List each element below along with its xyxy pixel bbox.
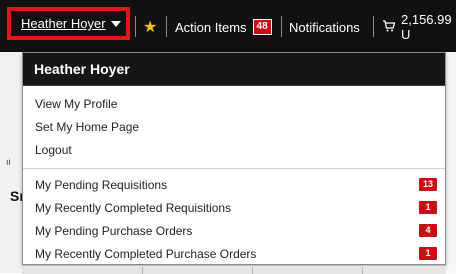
action-items-count-badge: 48 (252, 19, 272, 35)
count-badge: 13 (419, 178, 437, 191)
view-profile-link[interactable]: View My Profile (23, 92, 445, 115)
menu-item-label[interactable]: My Recently Completed Requisitions (35, 201, 231, 215)
completed-requisitions-link[interactable]: My Recently Completed Requisitions 1 (23, 196, 445, 219)
menu-item-label[interactable]: Set My Home Page (35, 120, 139, 134)
user-menu-button[interactable]: Heather Hoyer (7, 7, 130, 40)
completed-purchase-orders-link[interactable]: My Recently Completed Purchase Orders 1 (23, 242, 445, 265)
caret-down-icon (110, 20, 121, 27)
cart-amount: 2,156.99 U (401, 12, 452, 42)
dropdown-header: Heather Hoyer (23, 53, 445, 86)
background-text-fragment: ıi (6, 157, 11, 167)
count-badge: 1 (419, 247, 437, 260)
menu-item-label[interactable]: My Recently Completed Purchase Orders (35, 247, 256, 261)
separator (373, 16, 374, 37)
favorites-star-icon[interactable]: ★ (143, 17, 157, 37)
separator (281, 16, 282, 37)
pending-purchase-orders-link[interactable]: My Pending Purchase Orders 4 (23, 219, 445, 242)
separator (135, 16, 136, 37)
user-dropdown-menu: Heather Hoyer View My Profile Set My Hom… (22, 52, 446, 265)
profile-section: View My Profile Set My Home Page Logout (23, 86, 445, 161)
background-page-edge: ıi Sı (0, 52, 23, 273)
pending-requisitions-link[interactable]: My Pending Requisitions 13 (23, 173, 445, 196)
separator (166, 16, 167, 37)
cart-icon[interactable] (383, 19, 396, 35)
notifications-label[interactable]: Notifications (289, 20, 360, 35)
action-items-link[interactable]: Action Items 48 (175, 17, 272, 37)
menu-divider (23, 168, 445, 169)
set-home-page-link[interactable]: Set My Home Page (23, 115, 445, 138)
top-navigation-bar: Heather Hoyer ★ Action Items 48 Notifica… (0, 0, 456, 52)
menu-item-label[interactable]: My Pending Purchase Orders (35, 224, 192, 238)
action-items-label[interactable]: Action Items (175, 20, 247, 35)
background-page-edge (446, 52, 456, 273)
menu-item-label[interactable]: Logout (35, 143, 72, 157)
menu-item-label[interactable]: My Pending Requisitions (35, 178, 167, 192)
notifications-link[interactable]: Notifications (289, 17, 360, 37)
user-name[interactable]: Heather Hoyer (21, 16, 106, 31)
documents-section: My Pending Requisitions 13 My Recently C… (23, 173, 445, 265)
count-badge: 1 (419, 201, 437, 214)
menu-item-label[interactable]: View My Profile (35, 97, 117, 111)
count-badge: 4 (419, 224, 437, 237)
logout-link[interactable]: Logout (23, 138, 445, 161)
cart-link[interactable]: 2,156.99 U (383, 12, 456, 42)
